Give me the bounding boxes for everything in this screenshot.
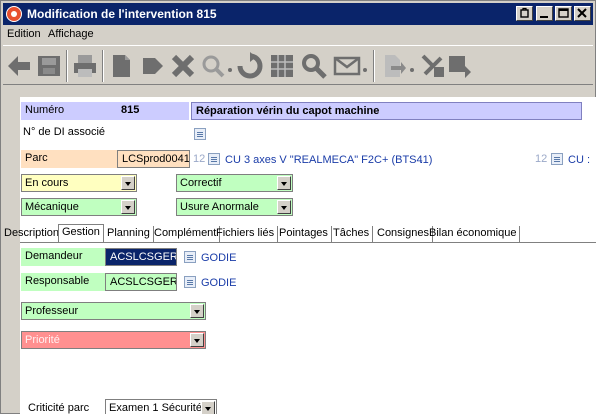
parc-link-suffix: .	[420, 154, 424, 166]
domain-select[interactable]: Mécanique	[21, 198, 137, 216]
minimize-button[interactable]	[536, 6, 553, 21]
tab-fichiers-lies[interactable]: Fichiers liés	[213, 226, 279, 242]
demandeur-label: Demandeur	[25, 250, 83, 262]
parc-label: Parc	[25, 152, 48, 164]
export-icon[interactable]	[379, 52, 407, 80]
window-title: Modification de l'intervention 815	[27, 7, 217, 21]
menu-edition[interactable]: Edition	[7, 28, 41, 40]
criticite-select[interactable]: Examen 1 Sécurité C	[105, 399, 217, 414]
export-dropdown-arrow-icon[interactable]	[408, 52, 416, 80]
demandeur-input[interactable]: ACSLCSGER	[105, 248, 177, 266]
numero-label: Numéro	[25, 104, 65, 116]
search-icon[interactable]	[300, 52, 328, 80]
restore-icon	[520, 7, 529, 18]
fonction-select[interactable]: Professeur	[21, 302, 206, 320]
parc-badge: 12	[193, 153, 206, 165]
tab-bilan-economique[interactable]: Bilan économique	[426, 226, 521, 242]
criticite-value: Examen 1 Sécurité C	[109, 402, 213, 414]
app-icon	[6, 6, 22, 22]
tab-consignes[interactable]: Consignes	[374, 226, 433, 242]
parc-badge-right: 12	[535, 153, 548, 165]
parc-link-right[interactable]: CU :	[568, 154, 590, 166]
chevron-down-icon[interactable]	[190, 333, 204, 347]
window: Modification de l'intervention 815 Editi…	[0, 0, 596, 414]
title-bar[interactable]: Modification de l'intervention 815	[3, 3, 593, 25]
di-label: N° de DI associé	[23, 126, 106, 138]
tab-pointages[interactable]: Pointages	[276, 226, 332, 242]
tab-gestion[interactable]: Gestion	[58, 224, 104, 243]
criticite-label: Criticité parc	[28, 402, 90, 414]
type-select[interactable]: Correctif	[176, 174, 293, 192]
zoom-dropdown-arrow-icon[interactable]	[226, 52, 234, 80]
back-arrow-icon[interactable]	[5, 52, 33, 80]
di-list-icon[interactable]	[194, 128, 206, 140]
toolbar-separator	[66, 50, 68, 82]
grid-icon[interactable]	[268, 52, 296, 80]
fonction-value: Professeur	[25, 305, 79, 317]
demandeur-list-icon[interactable]	[184, 251, 196, 263]
save-icon[interactable]	[35, 52, 63, 80]
forward-flag-icon[interactable]	[139, 52, 167, 80]
domain-value: Mécanique	[25, 201, 79, 213]
cause-value: Usure Anormale	[180, 201, 259, 213]
responsable-input[interactable]: ACSLCSGER	[105, 273, 177, 291]
chevron-down-icon[interactable]	[277, 176, 291, 190]
maximize-icon	[558, 8, 569, 18]
demandeur-link[interactable]: GODIE	[201, 252, 236, 264]
tab-planning[interactable]: Planning	[104, 226, 154, 242]
tab-complement[interactable]: Complément	[151, 226, 221, 242]
responsable-label: Responsable	[25, 275, 90, 287]
toolbar-separator	[373, 50, 375, 82]
mail-icon[interactable]	[333, 52, 361, 80]
type-value: Correctif	[180, 177, 222, 189]
delete-icon[interactable]	[169, 52, 197, 80]
status-value: En cours	[25, 177, 69, 189]
menu-affichage[interactable]: Affichage	[48, 28, 94, 40]
chevron-down-icon[interactable]	[190, 304, 204, 318]
tools-arrow-icon[interactable]	[447, 52, 475, 80]
menu-bar: Edition Affichage	[3, 26, 593, 44]
document-icon[interactable]	[107, 52, 135, 80]
responsable-label-cell: Responsable	[21, 273, 105, 291]
parc-link[interactable]: CU 3 axes V "REALMECA" F2C+ (BTS41)	[225, 154, 432, 166]
gestion-panel: Demandeur ACSLCSGER GODIE Responsable AC…	[20, 242, 596, 414]
chevron-down-icon[interactable]	[121, 176, 135, 190]
parc-right-list-icon[interactable]	[551, 153, 563, 165]
tab-bar: Description Gestion Planning Complément …	[4, 224, 596, 243]
chevron-down-icon[interactable]	[277, 200, 291, 214]
toolbar-separator	[102, 50, 104, 82]
priorite-select[interactable]: Priorité	[21, 331, 206, 349]
responsable-list-icon[interactable]	[184, 276, 196, 288]
tab-description[interactable]: Description	[1, 226, 64, 242]
chevron-down-icon[interactable]	[201, 401, 215, 414]
close-icon	[577, 8, 587, 18]
zoom-dropdown-icon[interactable]	[199, 52, 227, 80]
chevron-down-icon[interactable]	[121, 200, 135, 214]
tools-icon[interactable]	[419, 52, 447, 80]
responsable-link[interactable]: GODIE	[201, 277, 236, 289]
restore-button[interactable]	[516, 6, 533, 21]
toolbar	[3, 45, 593, 85]
maximize-button[interactable]	[555, 6, 572, 21]
parc-list-icon[interactable]	[208, 153, 220, 165]
mail-dropdown-arrow-icon[interactable]	[361, 52, 369, 80]
priorite-placeholder: Priorité	[25, 334, 60, 346]
refresh-icon[interactable]	[236, 52, 264, 80]
parc-label-cell: Parc	[21, 150, 117, 168]
tab-taches[interactable]: Tâches	[330, 226, 374, 242]
numero-value: 815	[121, 104, 140, 116]
minimize-icon	[540, 16, 548, 18]
cause-select[interactable]: Usure Anormale	[176, 198, 293, 216]
parc-input[interactable]: LCSprod0041	[117, 150, 190, 168]
demandeur-label-cell: Demandeur	[21, 248, 105, 266]
status-select[interactable]: En cours	[21, 174, 137, 192]
description-field[interactable]: Réparation vérin du capot machine	[191, 102, 582, 120]
close-button[interactable]	[574, 6, 591, 21]
print-icon[interactable]	[71, 52, 99, 80]
